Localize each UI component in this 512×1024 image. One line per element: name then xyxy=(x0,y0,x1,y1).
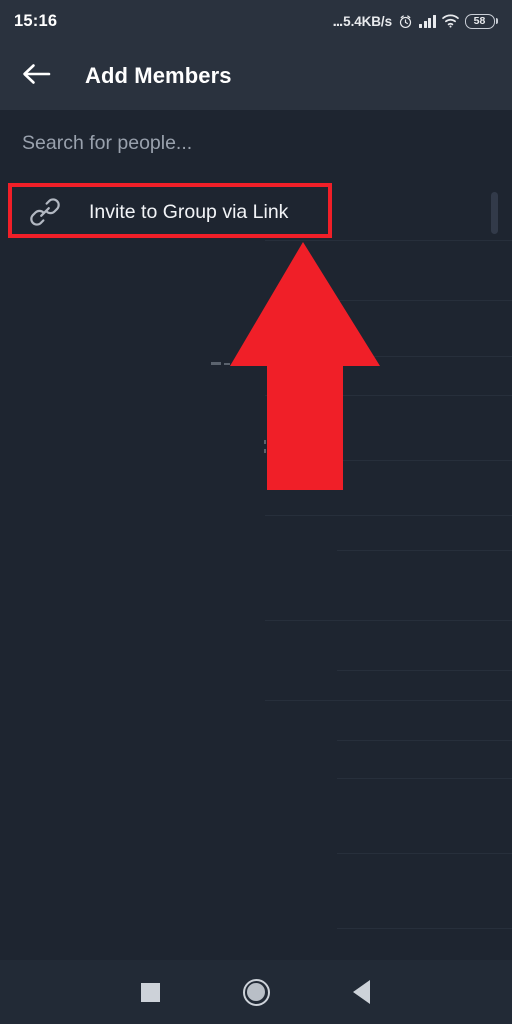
alarm-clock-icon xyxy=(398,14,413,29)
search-field-row[interactable] xyxy=(0,110,512,176)
network-speed-indicator: ... 5.4KB/s xyxy=(333,13,392,30)
battery-nub xyxy=(495,18,498,24)
recents-button[interactable] xyxy=(118,960,182,1024)
home-circle-icon xyxy=(242,978,270,1006)
system-navigation-bar xyxy=(0,960,512,1024)
invite-to-group-via-link-row[interactable]: Invite to Group via Link xyxy=(0,186,340,238)
list-divider xyxy=(265,515,512,516)
cellular-signal-icon xyxy=(419,14,436,28)
list-divider xyxy=(337,778,512,779)
list-divider xyxy=(265,700,512,701)
occluded-row-artifact xyxy=(211,362,221,365)
battery-icon: 58 xyxy=(464,13,498,29)
link-chain-icon xyxy=(25,192,65,232)
battery-level-label: 58 xyxy=(473,14,486,27)
list-divider xyxy=(337,853,512,854)
back-triangle-icon xyxy=(352,980,370,1004)
list-divider xyxy=(265,620,512,621)
recents-square-icon xyxy=(140,982,160,1002)
phone-screen: 15:16 ... 5.4KB/s 58 Add Members Search … xyxy=(0,0,512,1024)
list-divider xyxy=(337,670,512,671)
wifi-icon xyxy=(441,14,459,28)
status-bar-clock: 15:16 xyxy=(14,11,58,30)
back-button[interactable] xyxy=(8,48,64,104)
system-back-button[interactable] xyxy=(329,960,393,1024)
app-bar: Add Members xyxy=(0,42,512,110)
home-button[interactable] xyxy=(224,960,288,1024)
page-title: Add Members xyxy=(85,63,232,88)
invite-to-group-via-link-label: Invite to Group via Link xyxy=(89,200,289,223)
list-divider xyxy=(337,550,512,551)
list-divider xyxy=(337,740,512,741)
up-arrow-annotation xyxy=(228,240,382,492)
search-input[interactable] xyxy=(0,131,512,155)
back-arrow-icon xyxy=(21,61,51,92)
status-bar-icons: ... 5.4KB/s 58 xyxy=(333,13,498,30)
vertical-scroll-thumb[interactable] xyxy=(491,192,498,234)
network-speed-dots: ... xyxy=(332,12,343,30)
status-bar: 15:16 ... 5.4KB/s 58 xyxy=(0,0,512,42)
list-divider xyxy=(337,928,512,929)
network-speed-value: 5.4KB/s xyxy=(343,13,392,29)
